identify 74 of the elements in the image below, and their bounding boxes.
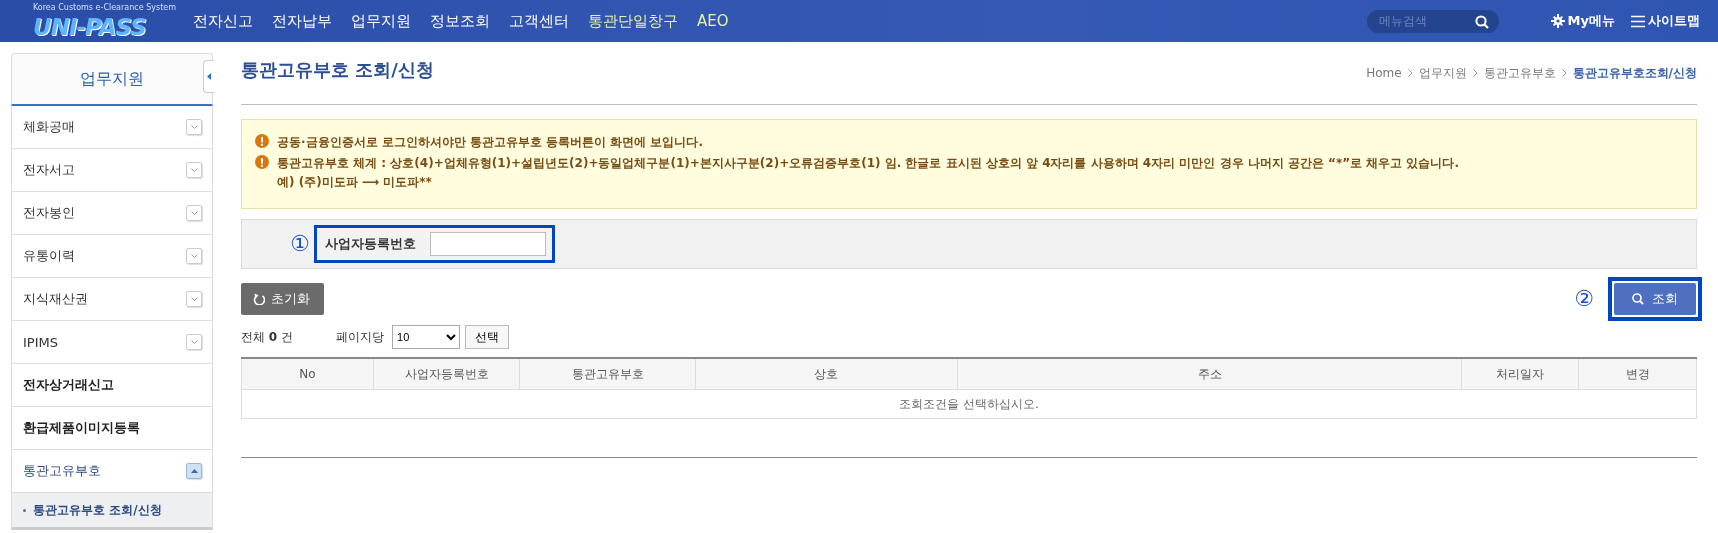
search-button[interactable]: 조회 (1614, 283, 1696, 315)
chevron-down-icon (190, 254, 198, 258)
search-icon (1474, 14, 1489, 29)
exclamation-icon (255, 155, 269, 169)
chevron-down-icon (190, 125, 198, 129)
chevron-down-icon (190, 340, 198, 344)
chevron-right-icon (1561, 69, 1567, 77)
column-header: 변경 (1578, 358, 1697, 390)
sidebar-subitem[interactable]: 통관고유부호 조회/신청 (11, 493, 213, 530)
collapse-sidebar-button[interactable] (203, 60, 214, 93)
per-page-label: 페이지당 (336, 328, 384, 346)
expand-button[interactable] (186, 119, 202, 135)
total-count: 전체 0 건 (241, 328, 293, 346)
nav-menu-item[interactable]: 정보조회 (430, 11, 490, 31)
column-header: 처리일자 (1461, 358, 1579, 390)
expand-button[interactable] (186, 248, 202, 264)
empty-message: 조회조건을 선택하십시오. (241, 389, 1697, 419)
expand-button[interactable] (186, 162, 202, 178)
sidebar-item[interactable]: 환급제품이미지등록 (11, 407, 213, 450)
nav-menu-item[interactable]: 전자신고 (193, 11, 253, 31)
sidebar-item[interactable]: IPIMS (11, 321, 213, 364)
logo-tagline: Korea Customs e-Clearance System (33, 2, 176, 13)
sidebar-item[interactable]: 전자봉인 (11, 192, 213, 235)
collapse-button[interactable] (186, 463, 202, 479)
column-header: No (241, 358, 374, 390)
chevron-right-icon (1472, 69, 1478, 77)
nav-menu-item[interactable]: 전자납부 (272, 11, 332, 31)
sidebar-item[interactable]: 유통이력 (11, 235, 213, 278)
sidebar-item[interactable]: 체화공매 (11, 106, 213, 149)
field-label: 사업자등록번호 (324, 235, 416, 253)
breadcrumb-item[interactable]: Home (1366, 66, 1402, 80)
breadcrumb-item[interactable]: 업무지원 (1418, 64, 1467, 82)
reset-button[interactable]: 초기화 (241, 283, 324, 315)
per-page-select[interactable]: 10 (392, 325, 460, 349)
chevron-down-icon (190, 297, 198, 301)
gear-icon (1550, 14, 1565, 28)
chevron-right-icon (1407, 69, 1413, 77)
step-marker: ② (1574, 288, 1594, 310)
refresh-icon (253, 293, 265, 305)
exclamation-icon (255, 134, 269, 148)
chevron-down-icon (190, 211, 198, 215)
sidebar-item[interactable]: 전자서고 (11, 149, 213, 192)
expand-button[interactable] (186, 334, 202, 350)
expand-button[interactable] (186, 205, 202, 221)
breadcrumb-item: 통관고유부호조회/신청 (1572, 64, 1697, 82)
menu-icon (1631, 14, 1645, 28)
sidebar-item[interactable]: 지식재산권 (11, 278, 213, 321)
nav-menu-item[interactable]: 업무지원 (351, 11, 411, 31)
notice-text: 통관고유부호 체계 : 상호(4)+업체유형(1)+설립년도(2)+동일업체구분(1)+본지사구분(2)+오류검증부호(1) 임. 한글로 표시된 상호의 앞 4자리를 사용하며 4자리 미만인 경우 나머지 공간은 “*”로 채우고 있습니다. (277, 155, 1460, 172)
nav-menu-item[interactable]: 통관단일창구 (588, 11, 678, 31)
breadcrumb-item[interactable]: 통관고유부호 (1483, 64, 1556, 82)
up-triangle-icon (190, 469, 198, 473)
page-title: 통관고유부호 조회/신청 (241, 58, 434, 82)
search-icon (1632, 293, 1644, 305)
column-header: 주소 (957, 358, 1462, 390)
step-marker: ① (290, 233, 310, 255)
select-button[interactable]: 선택 (465, 325, 509, 349)
business-number-field[interactable] (429, 232, 546, 256)
nav-menu-item[interactable]: AEO (697, 11, 729, 31)
expand-button[interactable] (186, 291, 202, 307)
sidebar-title: 업무지원 (11, 53, 213, 106)
sidebar-item[interactable]: 전자상거래신고 (11, 364, 213, 407)
my-menu-link[interactable]: My메뉴 (1550, 12, 1615, 30)
notice-text: 공동·금융인증서로 로그인하셔야만 통관고유부호 등록버튼이 화면에 보입니다. (277, 134, 703, 151)
column-header: 통관고유부호 (519, 358, 696, 390)
sidebar-item[interactable]: 통관고유부호 (11, 450, 213, 493)
left-triangle-icon (207, 73, 211, 80)
notice-text: 예) (주)미도파 ⟶ 미도파** (277, 174, 433, 191)
column-header: 상호 (695, 358, 958, 390)
sitemap-link[interactable]: 사이트맵 (1631, 12, 1700, 30)
nav-menu-item[interactable]: 고객센터 (509, 11, 569, 31)
menu-search-field[interactable]: 메뉴검색 (1366, 9, 1499, 33)
chevron-down-icon (190, 168, 198, 172)
column-header: 사업자등록번호 (373, 358, 520, 390)
